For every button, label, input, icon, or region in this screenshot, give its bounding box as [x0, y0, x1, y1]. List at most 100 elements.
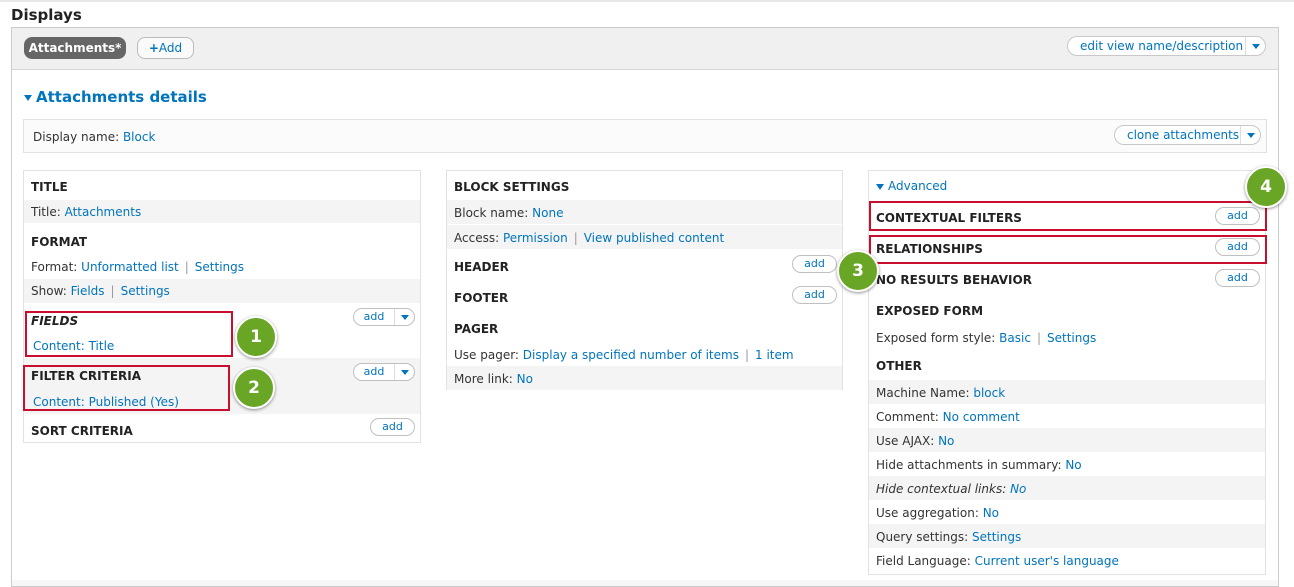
add-display-button[interactable]: +Add — [137, 37, 194, 59]
access-detail-link[interactable]: View published content — [584, 231, 724, 245]
tab-attachments[interactable]: Attachments* — [24, 37, 126, 59]
edit-view-label: edit view name/description — [1080, 39, 1244, 53]
block-name-label: Block name: — [454, 206, 529, 220]
machine-name-label: Machine Name: — [876, 386, 970, 400]
use-pager-link[interactable]: Display a specified number of items — [523, 348, 739, 362]
block-name-link[interactable]: None — [532, 206, 563, 220]
machine-name-link[interactable]: block — [973, 386, 1005, 400]
advanced-toggle[interactable]: Advanced — [876, 179, 947, 193]
machine-name-row: Machine Name: block — [869, 380, 1265, 404]
no-results-add-button[interactable]: add — [1215, 269, 1260, 287]
column-2: BLOCK SETTINGS Block name: None Access: … — [446, 170, 843, 390]
display-name-bar: Display name: Block clone attachments — [23, 119, 1267, 153]
title-link[interactable]: Attachments — [65, 205, 142, 219]
format-section: FORMAT — [24, 225, 420, 255]
title-header: TITLE — [31, 180, 68, 194]
use-pager-label: Use pager: — [454, 348, 519, 362]
hide-attachments-row: Hide attachments in summary: No — [869, 452, 1265, 476]
query-settings-label: Query settings: — [876, 530, 969, 544]
block-name-row: Block name: None — [447, 200, 842, 224]
pager-header: PAGER — [454, 322, 499, 336]
details-toggle[interactable]: Attachments details — [24, 88, 207, 106]
show-label: Show: — [31, 284, 67, 298]
clone-dropbutton[interactable]: clone attachments — [1114, 125, 1261, 145]
field-language-link[interactable]: Current user's language — [975, 554, 1119, 568]
aggregation-label: Use aggregation: — [876, 506, 979, 520]
use-pager-row: Use pager: Display a specified number of… — [454, 348, 794, 362]
other-header: OTHER — [876, 359, 922, 373]
marker-1: 1 — [235, 316, 277, 358]
display-name-link[interactable]: Block — [123, 130, 155, 144]
hide-attachments-label: Hide attachments in summary: — [876, 458, 1062, 472]
hide-contextual-link[interactable]: No — [1010, 482, 1026, 496]
header-add-button[interactable]: add — [792, 255, 837, 273]
details-title: Attachments details — [36, 88, 207, 106]
show-settings-link[interactable]: Settings — [121, 284, 170, 298]
footer-add-button[interactable]: add — [792, 286, 837, 304]
pager-count-link[interactable]: 1 item — [755, 348, 794, 362]
block-settings-header: BLOCK SETTINGS — [454, 180, 570, 194]
format-settings-link[interactable]: Settings — [195, 260, 244, 274]
access-row: Access: Permission | View published conten… — [447, 225, 842, 249]
more-link-row: More link: No — [447, 366, 842, 390]
ajax-label: Use AJAX: — [876, 434, 935, 448]
query-settings-row: Query settings: Settings — [869, 524, 1265, 548]
exposed-style-row: Exposed form style: Basic | Settings — [876, 331, 1097, 345]
format-row: Format: Unformatted list | Settings — [31, 260, 245, 274]
more-link-link[interactable]: No — [517, 372, 533, 386]
marker-3: 3 — [837, 250, 879, 292]
hide-contextual-row: Hide contextual links: No — [869, 476, 1265, 500]
display-name-label: Display name: — [33, 130, 120, 144]
comment-link[interactable]: No comment — [943, 410, 1020, 424]
show-row: Show: Fields | Settings — [24, 279, 420, 303]
filter-add-dropbutton[interactable]: add — [353, 363, 415, 381]
advanced-label: Advanced — [888, 179, 948, 193]
marker-2: 2 — [233, 367, 275, 409]
comment-row: Comment: No comment — [869, 404, 1265, 428]
exposed-settings-link[interactable]: Settings — [1047, 331, 1096, 345]
chevron-down-icon[interactable] — [1240, 126, 1260, 144]
page-title: Displays — [11, 6, 82, 24]
edit-view-dropbutton[interactable]: edit view name/description — [1067, 36, 1266, 56]
format-label: Format: — [31, 260, 78, 274]
add-display-label: Add — [158, 41, 183, 55]
highlight-box-filter — [23, 365, 230, 411]
hide-contextual-label: Hide contextual links: — [876, 482, 1007, 496]
header-header: HEADER — [454, 260, 509, 274]
sort-add-button[interactable]: add — [370, 418, 415, 436]
highlight-box-contextual — [869, 201, 1267, 231]
chevron-down-icon[interactable] — [394, 309, 414, 325]
ajax-link[interactable]: No — [938, 434, 954, 448]
field-language-row: Field Language: Current user's language — [869, 548, 1265, 572]
aggregation-link[interactable]: No — [983, 506, 999, 520]
marker-4: 4 — [1245, 166, 1287, 208]
plus-icon: + — [148, 41, 159, 55]
hide-attachments-link[interactable]: No — [1065, 458, 1081, 472]
format-link[interactable]: Unformatted list — [81, 260, 179, 274]
triangle-down-icon — [24, 94, 32, 101]
clone-label: clone attachments — [1127, 128, 1240, 142]
ajax-row: Use AJAX: No — [869, 428, 1265, 452]
fields-add-dropbutton[interactable]: add — [353, 308, 415, 326]
exposed-style-link[interactable]: Basic — [999, 331, 1031, 345]
filter-add-label: add — [363, 365, 385, 378]
footer-header: FOOTER — [454, 291, 509, 305]
query-settings-link[interactable]: Settings — [972, 530, 1021, 544]
comment-label: Comment: — [876, 410, 939, 424]
title-section: TITLE — [24, 171, 420, 198]
top-divider — [0, 0, 1294, 2]
sort-header: SORT CRITERIA — [31, 424, 133, 438]
title-label: Title: — [31, 205, 61, 219]
more-link-label: More link: — [454, 372, 513, 386]
chevron-down-icon[interactable] — [1245, 37, 1265, 55]
highlight-box-relationships — [869, 235, 1267, 264]
title-row: Title: Attachments — [24, 200, 420, 223]
triangle-down-icon — [876, 183, 884, 190]
chevron-down-icon[interactable] — [394, 364, 414, 380]
show-link[interactable]: Fields — [71, 284, 105, 298]
format-header: FORMAT — [31, 235, 88, 249]
no-results-header: NO RESULTS BEHAVIOR — [876, 273, 1032, 287]
access-link[interactable]: Permission — [503, 231, 568, 245]
field-language-label: Field Language: — [876, 554, 971, 568]
exposed-form-header: EXPOSED FORM — [876, 304, 984, 318]
